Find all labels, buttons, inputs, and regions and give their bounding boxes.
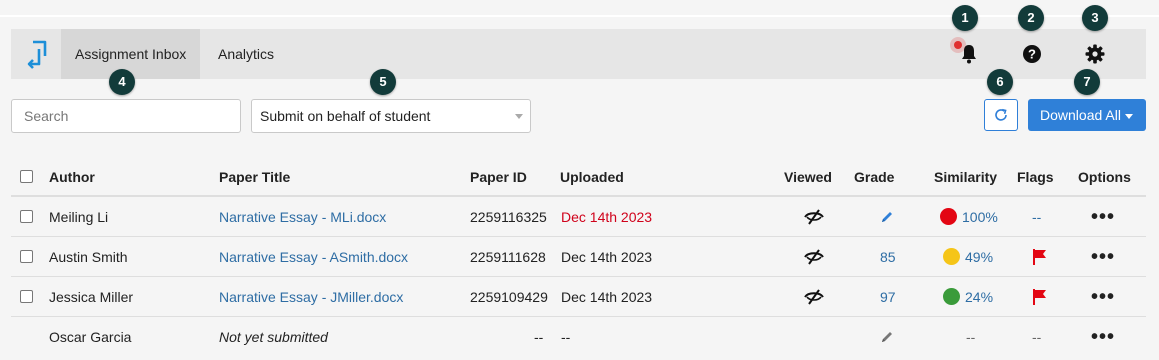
- paper-id: 2259109429: [470, 288, 548, 305]
- submissions-table: Author Paper Title Paper ID Uploaded Vie…: [11, 158, 1146, 357]
- table-row: Jessica Miller Narrative Essay - JMiller…: [11, 277, 1146, 317]
- similarity-value: --: [966, 329, 976, 345]
- similarity-value: 24%: [965, 288, 994, 305]
- col-title-header[interactable]: Paper Title: [219, 158, 290, 195]
- options-menu-icon[interactable]: •••: [1091, 327, 1115, 347]
- author-name: Austin Smith: [49, 248, 128, 265]
- callout-badge-4: 4: [109, 69, 135, 95]
- not-viewed-icon: [804, 208, 824, 225]
- col-id-header[interactable]: Paper ID: [470, 158, 527, 195]
- col-grade-header[interactable]: Grade: [854, 158, 894, 195]
- chevron-down-icon: [515, 114, 523, 119]
- grade-value[interactable]: 97: [880, 277, 896, 316]
- row-checkbox[interactable]: [20, 250, 33, 263]
- options-menu-icon[interactable]: •••: [1091, 207, 1115, 227]
- download-all-button[interactable]: Download All: [1028, 99, 1146, 131]
- options-menu-icon[interactable]: •••: [1091, 247, 1115, 267]
- similarity-score[interactable]: 24%: [943, 277, 993, 316]
- table-row: Oscar Garcia Not yet submitted -- -- -- …: [11, 317, 1146, 357]
- similarity-score[interactable]: 49%: [943, 237, 993, 276]
- similarity-dot: [943, 288, 960, 305]
- app-logo-icon[interactable]: [25, 39, 49, 69]
- similarity-dot: [943, 248, 960, 265]
- flag-icon[interactable]: [1032, 288, 1048, 306]
- gear-icon[interactable]: [1083, 42, 1107, 66]
- grade-value[interactable]: 85: [880, 237, 896, 276]
- paper-title-link[interactable]: Narrative Essay - ASmith.docx: [219, 237, 408, 276]
- row-checkbox[interactable]: [20, 210, 33, 223]
- flags-value: --: [1032, 329, 1042, 345]
- paper-id: 2259116325: [470, 208, 547, 225]
- callout-badge-5: 5: [370, 69, 396, 95]
- submit-on-behalf-select[interactable]: Submit on behalf of student: [251, 99, 531, 133]
- options-menu-icon[interactable]: •••: [1091, 287, 1115, 307]
- uploaded-date: Dec 14th 2023: [561, 288, 653, 305]
- paper-id: --: [534, 329, 544, 345]
- select-all-checkbox[interactable]: [20, 170, 33, 183]
- col-uploaded-header[interactable]: Uploaded: [560, 158, 624, 195]
- paper-title-link[interactable]: Narrative Essay - JMiller.docx: [219, 277, 403, 316]
- help-icon[interactable]: ?: [1020, 42, 1044, 66]
- caret-down-icon: [1124, 113, 1133, 119]
- download-all-label: Download All: [1040, 107, 1121, 123]
- similarity-value: 100%: [962, 208, 998, 225]
- uploaded-date: --: [561, 329, 571, 345]
- table-row: Austin Smith Narrative Essay - ASmith.do…: [11, 237, 1146, 277]
- refresh-icon: [995, 108, 1007, 121]
- author-name: Oscar Garcia: [49, 329, 132, 345]
- paper-title: Not yet submitted: [219, 329, 328, 345]
- similarity-score[interactable]: 100%: [940, 197, 998, 236]
- flag-icon[interactable]: [1032, 248, 1048, 266]
- search-input[interactable]: [11, 99, 241, 133]
- table-header-row: Author Paper Title Paper ID Uploaded Vie…: [11, 158, 1146, 197]
- col-flags-header[interactable]: Flags: [1017, 158, 1054, 195]
- callout-badge-2: 2: [1018, 5, 1044, 31]
- not-viewed-icon: [804, 288, 824, 305]
- similarity-dot: [940, 208, 957, 225]
- author-name: Meiling Li: [49, 208, 109, 225]
- row-checkbox[interactable]: [20, 290, 33, 303]
- callout-badge-3: 3: [1082, 5, 1108, 31]
- col-options-header: Options: [1078, 168, 1131, 185]
- callout-badge-6: 6: [987, 69, 1013, 95]
- flags-value: --: [1032, 208, 1042, 225]
- similarity-value: 49%: [965, 248, 994, 265]
- col-author-header[interactable]: Author: [49, 158, 95, 195]
- uploaded-date: Dec 14th 2023: [561, 248, 653, 265]
- author-name: Jessica Miller: [49, 288, 134, 305]
- callout-badge-7: 7: [1074, 69, 1100, 95]
- svg-text:?: ?: [1028, 47, 1036, 62]
- bell-icon[interactable]: [957, 42, 981, 66]
- col-viewed-header[interactable]: Viewed: [784, 158, 832, 195]
- uploaded-date: Dec 14th 2023: [561, 208, 653, 225]
- paper-title-link[interactable]: Narrative Essay - MLi.docx: [219, 197, 386, 236]
- callout-badge-1: 1: [952, 5, 978, 31]
- pencil-icon[interactable]: [880, 330, 894, 344]
- top-strip: [0, 0, 1159, 17]
- not-viewed-icon: [804, 248, 824, 265]
- table-row: Meiling Li Narrative Essay - MLi.docx 22…: [11, 197, 1146, 237]
- submit-on-behalf-label: Submit on behalf of student: [260, 108, 431, 124]
- pencil-icon[interactable]: [880, 210, 894, 224]
- tab-analytics[interactable]: Analytics: [204, 29, 288, 79]
- top-navbar: Assignment Inbox Analytics ?: [11, 29, 1146, 79]
- refresh-button[interactable]: [984, 99, 1018, 131]
- paper-id: 2259111628: [470, 248, 546, 265]
- col-similarity-header[interactable]: Similarity: [934, 158, 997, 195]
